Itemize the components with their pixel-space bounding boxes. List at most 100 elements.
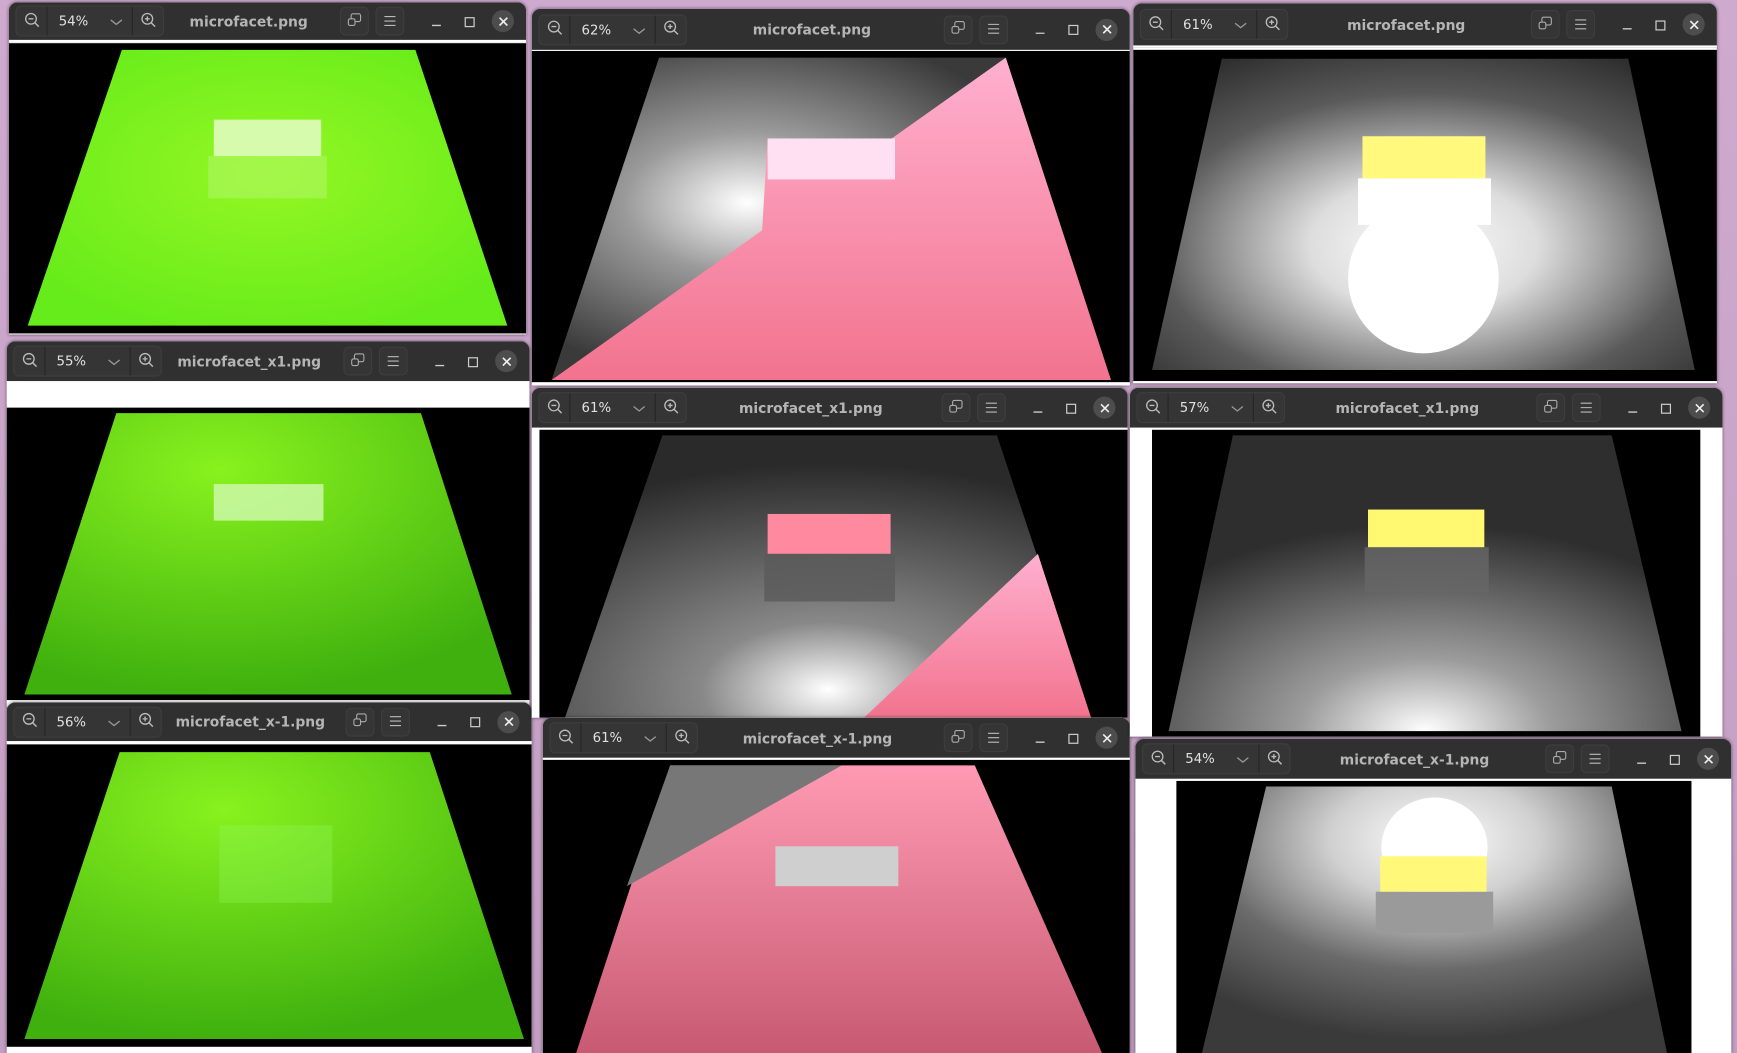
zoom-in-button[interactable] bbox=[1259, 744, 1289, 773]
zoom-out-button[interactable] bbox=[539, 15, 569, 44]
menu-button[interactable] bbox=[1566, 9, 1596, 39]
zoom-in-button[interactable] bbox=[656, 15, 686, 44]
title-bar[interactable]: 62% microfacet.png bbox=[531, 8, 1130, 50]
image-viewer-window-3[interactable]: 56% microfacet_x-1.png bbox=[6, 702, 532, 1053]
zoom-out-button[interactable] bbox=[17, 7, 47, 36]
window-title: microfacet_x-1.png bbox=[742, 729, 893, 747]
zoom-level-dropdown[interactable]: 57% bbox=[1167, 393, 1254, 423]
zoom-control: 61% bbox=[538, 392, 687, 424]
restore-view-button[interactable] bbox=[941, 393, 971, 423]
title-bar[interactable]: 54% microfacet_x-1.png bbox=[1135, 738, 1732, 779]
zoom-level-dropdown[interactable]: 54% bbox=[1173, 744, 1260, 774]
maximize-icon bbox=[470, 711, 481, 732]
maximize-button[interactable] bbox=[1658, 744, 1691, 773]
restore-view-button[interactable] bbox=[943, 723, 973, 753]
minimize-button[interactable] bbox=[1024, 723, 1057, 752]
zoom-out-button[interactable] bbox=[14, 707, 44, 736]
restore-view-button[interactable] bbox=[345, 707, 375, 737]
zoom-level-dropdown[interactable]: 61% bbox=[569, 393, 656, 423]
minimize-button[interactable] bbox=[1021, 393, 1054, 422]
zoom-out-button[interactable] bbox=[1143, 744, 1173, 773]
close-button[interactable] bbox=[1088, 393, 1121, 422]
zoom-in-button[interactable] bbox=[133, 7, 163, 36]
close-button[interactable] bbox=[1691, 744, 1724, 773]
image-viewer-window-6[interactable]: 61% microfacet_x-1.png bbox=[542, 717, 1130, 1053]
restore-view-button[interactable] bbox=[343, 346, 373, 376]
restore-icon bbox=[1537, 14, 1553, 35]
zoom-level-dropdown[interactable]: 62% bbox=[569, 14, 656, 44]
menu-button[interactable] bbox=[375, 6, 405, 36]
minimize-button[interactable] bbox=[1616, 393, 1649, 422]
menu-button[interactable] bbox=[1571, 393, 1601, 423]
minimize-button[interactable] bbox=[423, 347, 456, 376]
close-button[interactable] bbox=[490, 347, 523, 376]
zoom-in-button[interactable] bbox=[131, 707, 161, 736]
title-bar[interactable]: 61% microfacet.png bbox=[1133, 3, 1717, 46]
close-button[interactable] bbox=[1090, 15, 1123, 44]
restore-view-button[interactable] bbox=[1530, 9, 1560, 39]
zoom-in-button[interactable] bbox=[656, 393, 686, 422]
zoom-in-button[interactable] bbox=[131, 347, 161, 376]
zoom-out-button[interactable] bbox=[539, 393, 569, 422]
minimize-button[interactable] bbox=[1625, 744, 1658, 773]
window-title: microfacet_x1.png bbox=[177, 352, 322, 370]
maximize-button[interactable] bbox=[1644, 10, 1677, 39]
image-viewer-window-1[interactable]: 54% microfacet.png bbox=[8, 2, 527, 335]
menu-button[interactable] bbox=[378, 346, 408, 376]
maximize-icon bbox=[464, 11, 475, 32]
maximize-button[interactable] bbox=[456, 347, 489, 376]
image-viewer-window-5[interactable]: 61% microfacet_x1.png bbox=[531, 387, 1128, 718]
close-button[interactable] bbox=[1683, 393, 1716, 422]
zoom-level-dropdown[interactable]: 56% bbox=[44, 707, 131, 737]
maximize-button[interactable] bbox=[459, 707, 492, 736]
zoom-out-button[interactable] bbox=[14, 347, 44, 376]
close-button[interactable] bbox=[486, 7, 519, 36]
image-viewer-window-8[interactable]: 57% microfacet_x1.png bbox=[1129, 387, 1723, 737]
zoom-out-icon bbox=[24, 11, 40, 32]
menu-button[interactable] bbox=[979, 14, 1009, 44]
restore-view-button[interactable] bbox=[1545, 744, 1575, 774]
zoom-in-button[interactable] bbox=[1257, 10, 1287, 39]
image-viewer-window-4[interactable]: 62% microfacet.png bbox=[531, 8, 1130, 386]
image-viewer-window-9[interactable]: 54% microfacet_x-1.png bbox=[1135, 738, 1732, 1053]
zoom-level-dropdown[interactable]: 54% bbox=[46, 6, 133, 36]
title-bar[interactable]: 57% microfacet_x1.png bbox=[1129, 387, 1723, 428]
minimize-button[interactable] bbox=[1611, 10, 1644, 39]
restore-icon bbox=[948, 397, 964, 418]
title-bar[interactable]: 55% microfacet_x1.png bbox=[6, 341, 530, 382]
minimize-button[interactable] bbox=[420, 7, 453, 36]
image-viewer-window-7[interactable]: 61% microfacet.png bbox=[1133, 3, 1717, 384]
zoom-level: 54% bbox=[58, 13, 89, 29]
image-viewer-window-2[interactable]: 55% microfacet_x1.png bbox=[6, 341, 530, 707]
minimize-button[interactable] bbox=[1024, 15, 1057, 44]
minimize-button[interactable] bbox=[425, 707, 458, 736]
maximize-button[interactable] bbox=[1055, 393, 1088, 422]
title-bar[interactable]: 61% microfacet_x-1.png bbox=[542, 717, 1130, 758]
zoom-level-dropdown[interactable]: 61% bbox=[1170, 9, 1258, 39]
maximize-button[interactable] bbox=[1057, 15, 1090, 44]
restore-view-button[interactable] bbox=[1536, 393, 1566, 423]
zoom-in-button[interactable] bbox=[667, 723, 697, 752]
close-button[interactable] bbox=[1090, 723, 1123, 752]
zoom-in-button[interactable] bbox=[1254, 393, 1284, 422]
restore-view-button[interactable] bbox=[943, 14, 973, 44]
zoom-out-button[interactable] bbox=[1138, 393, 1168, 422]
menu-button[interactable] bbox=[979, 723, 1009, 753]
title-bar[interactable]: 54% microfacet.png bbox=[8, 2, 527, 40]
zoom-level-dropdown[interactable]: 55% bbox=[44, 346, 131, 376]
menu-button[interactable] bbox=[381, 707, 410, 737]
title-bar[interactable]: 61% microfacet_x1.png bbox=[531, 387, 1128, 428]
close-button[interactable] bbox=[492, 707, 525, 736]
close-button[interactable] bbox=[1677, 10, 1710, 39]
zoom-out-button[interactable] bbox=[551, 723, 581, 752]
maximize-button[interactable] bbox=[453, 7, 486, 36]
menu-button[interactable] bbox=[976, 393, 1006, 423]
maximize-button[interactable] bbox=[1057, 723, 1090, 752]
restore-view-button[interactable] bbox=[340, 6, 369, 36]
close-icon bbox=[497, 710, 520, 733]
maximize-button[interactable] bbox=[1649, 393, 1682, 422]
zoom-level-dropdown[interactable]: 61% bbox=[580, 723, 667, 753]
title-bar[interactable]: 56% microfacet_x-1.png bbox=[6, 702, 532, 742]
zoom-out-button[interactable] bbox=[1141, 10, 1171, 39]
menu-button[interactable] bbox=[1580, 744, 1610, 774]
